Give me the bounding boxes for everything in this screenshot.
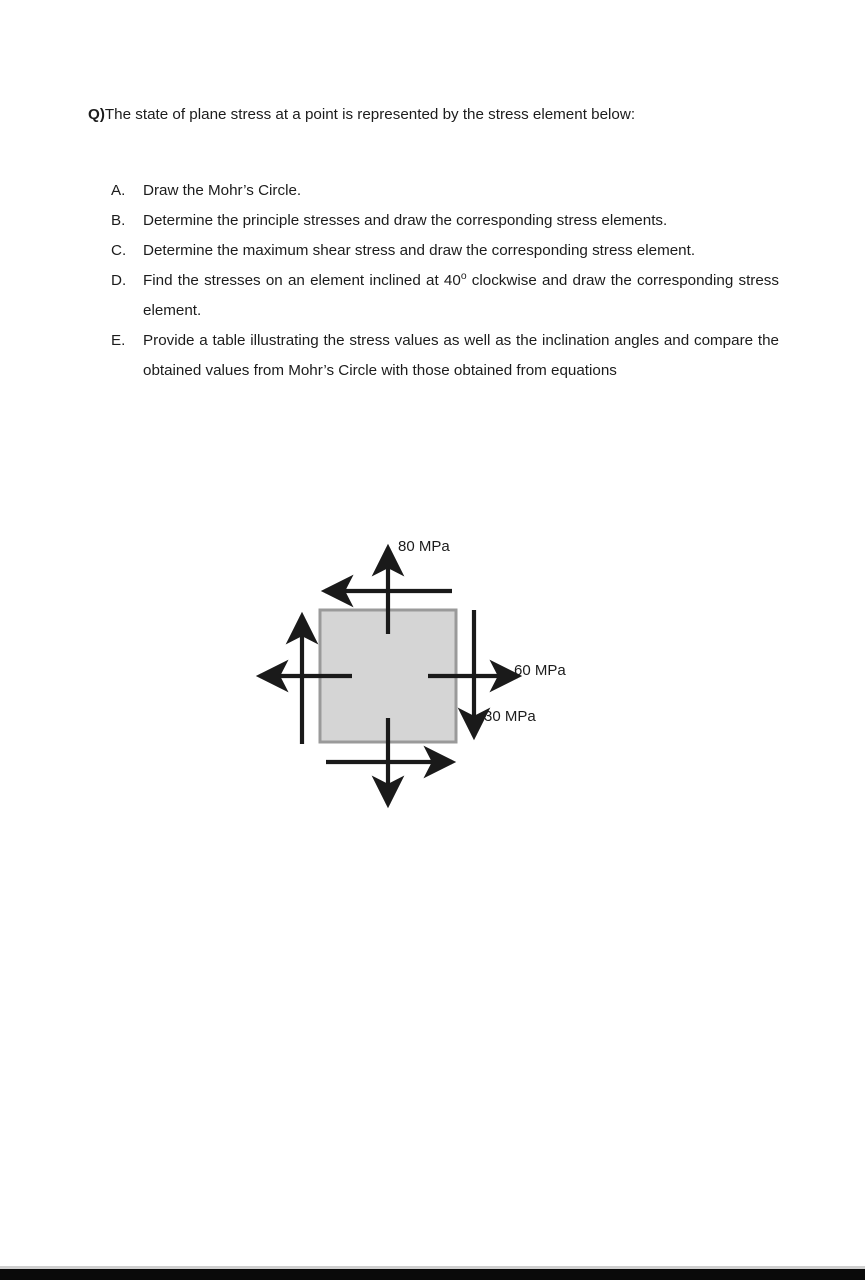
task-text-e: Provide a table illustrating the stress … [143,332,779,379]
task-text-c: Determine the maximum shear stress and d… [143,242,696,259]
task-text-d-before: Find the stresses on an element inclined… [143,272,461,289]
page-bottom-bar [0,1269,865,1280]
task-text-b: Determine the principle stresses and dra… [143,212,668,229]
task-list: A. Draw the Mohr’s Circle. B. Determine … [111,176,779,386]
task-marker-b: B. [111,212,126,229]
task-marker-c: C. [111,242,127,259]
list-item: B. Determine the principle stresses and … [111,206,779,236]
question-paragraph: Q)The state of plane stress at a point i… [88,100,778,130]
label-tau-xy: 30 MPa [484,708,536,725]
task-marker-d: D. [111,272,127,289]
question-block: Q)The state of plane stress at a point i… [88,100,778,130]
task-text-a: Draw the Mohr’s Circle. [143,182,302,199]
task-marker-a: A. [111,182,126,199]
document-page: Q)The state of plane stress at a point i… [0,0,865,1280]
list-item: A. Draw the Mohr’s Circle. [111,176,779,206]
label-sigma-y: 80 MPa [398,538,450,555]
stress-element-figure: 80 MPa 60 MPa 30 MPa [246,522,606,822]
label-sigma-x: 60 MPa [514,662,566,679]
task-text-d: Find the stresses on an element inclined… [143,266,779,326]
list-item: D. Find the stresses on an element incli… [111,266,779,326]
question-text: The state of plane stress at a point is … [104,106,636,123]
question-label: Q) [88,106,105,123]
list-item: E. Provide a table illustrating the stre… [111,326,779,386]
task-marker-e: E. [111,332,126,349]
list-item: C. Determine the maximum shear stress an… [111,236,779,266]
